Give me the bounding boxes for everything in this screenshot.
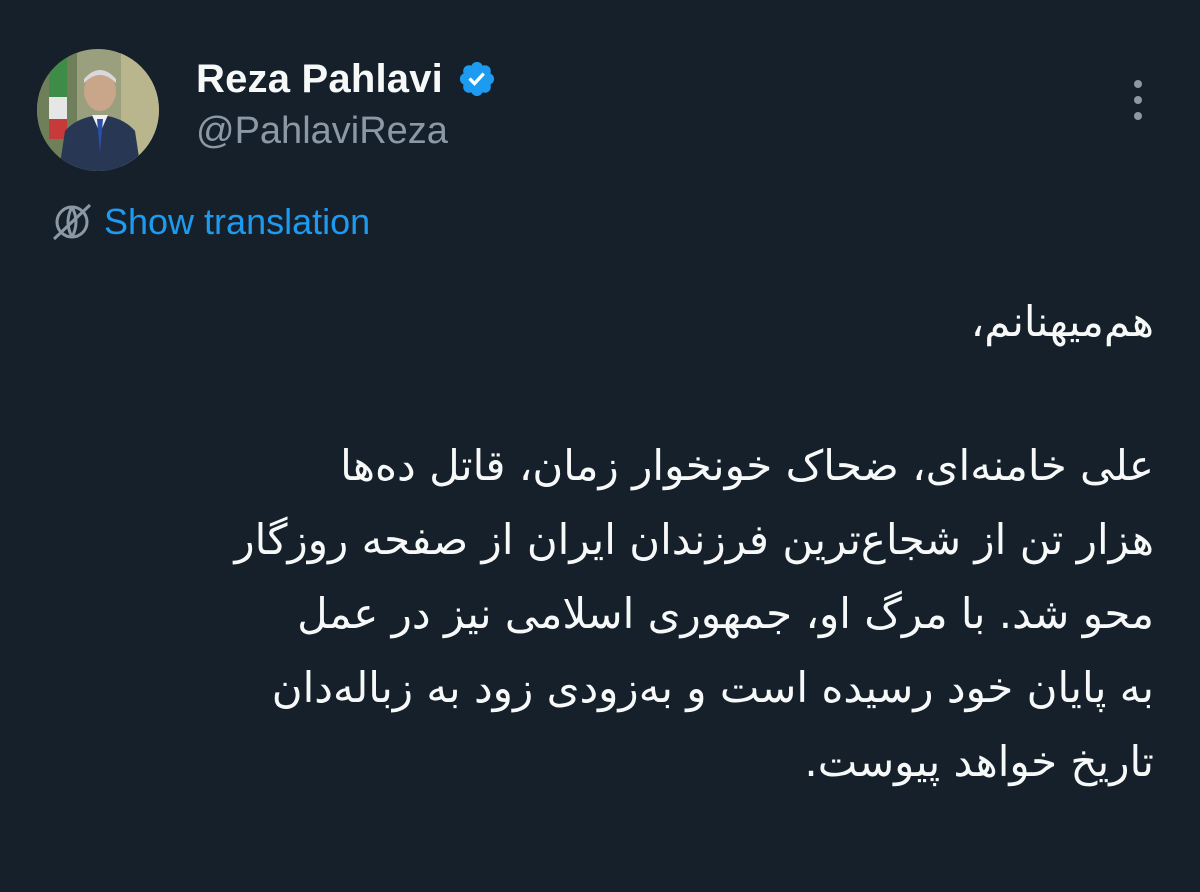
tweet-line: علی خامنه‌ای، ضحاک خونخوار زمان، قاتل ده… (340, 441, 1154, 490)
show-translation-label[interactable]: Show translation (104, 201, 370, 243)
tweet-greeting: هم‌میهنانم، (970, 297, 1154, 346)
tweet-line: محو شد. با مرگ او، جمهوری اسلامی نیز در … (297, 589, 1154, 638)
translate-globe-icon (52, 203, 92, 241)
avatar-photo (37, 49, 159, 171)
tweet-line: هزار تن از شجاع‌ترین فرزندان ایران از صف… (234, 515, 1154, 564)
tweet-line: به پایان خود رسیده است و به‌زودی زود به … (271, 663, 1154, 712)
tweet-line: تاریخ خواهد پیوست. (804, 737, 1154, 786)
author-handle[interactable]: @PahlaviReza (196, 110, 448, 153)
avatar[interactable] (37, 49, 159, 171)
author-display-name[interactable]: Reza Pahlavi (196, 57, 443, 102)
author-name-row[interactable]: Reza Pahlavi (196, 52, 497, 106)
more-vertical-icon[interactable] (1124, 76, 1152, 124)
verified-badge-icon (459, 61, 495, 97)
show-translation-button[interactable]: Show translation (48, 198, 370, 246)
tweet-text: هم‌میهنانم، علی خامنه‌ای، ضحاک خونخوار ز… (44, 285, 1154, 799)
